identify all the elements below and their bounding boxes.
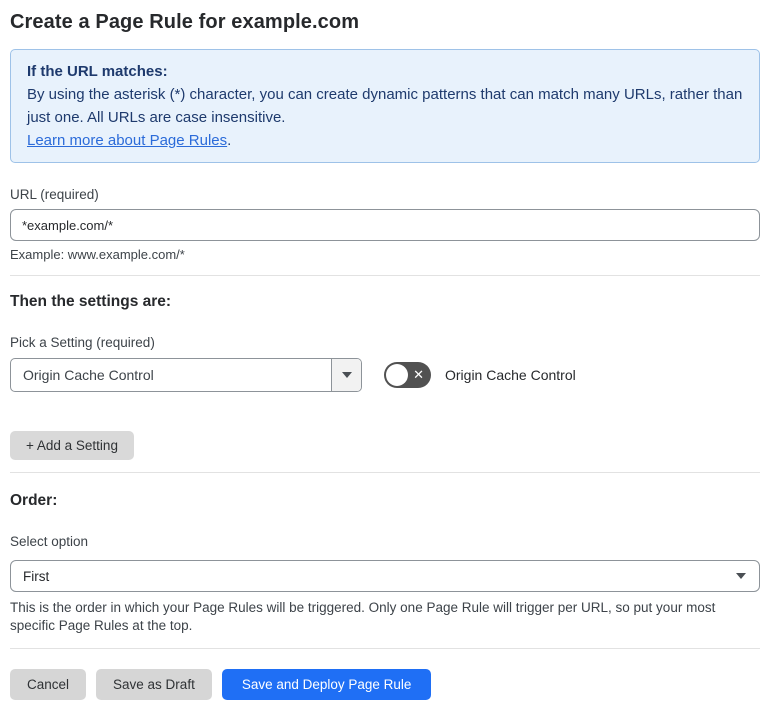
footer-button-row: Cancel Save as Draft Save and Deploy Pag… bbox=[10, 669, 760, 700]
info-box-link-line: Learn more about Page Rules. bbox=[27, 129, 743, 152]
url-field-label: URL (required) bbox=[10, 187, 99, 202]
toggle-label: Origin Cache Control bbox=[445, 367, 576, 383]
chevron-down-icon bbox=[736, 573, 746, 579]
pick-setting-label: Pick a Setting (required) bbox=[10, 335, 155, 350]
url-match-info-box: If the URL matches: By using the asteris… bbox=[10, 49, 760, 163]
divider bbox=[10, 472, 760, 473]
divider bbox=[10, 275, 760, 276]
order-select[interactable]: First bbox=[10, 560, 760, 592]
chevron-down-icon bbox=[341, 372, 352, 378]
save-and-deploy-button[interactable]: Save and Deploy Page Rule bbox=[221, 669, 432, 700]
order-help-text: This is the order in which your Page Rul… bbox=[10, 600, 716, 633]
order-select-value: First bbox=[23, 568, 50, 584]
save-as-draft-button[interactable]: Save as Draft bbox=[96, 669, 212, 700]
setting-picker-row: Origin Cache Control ✕ Origin Cache Cont… bbox=[10, 358, 760, 392]
learn-more-link[interactable]: Learn more about Page Rules bbox=[27, 132, 227, 149]
link-period: . bbox=[227, 132, 232, 149]
origin-cache-control-toggle[interactable]: ✕ bbox=[384, 362, 431, 388]
setting-select-value: Origin Cache Control bbox=[23, 367, 154, 383]
settings-section-heading: Then the settings are: bbox=[10, 293, 172, 310]
add-setting-button[interactable]: + Add a Setting bbox=[10, 431, 134, 460]
page-title: Create a Page Rule for example.com bbox=[10, 11, 360, 33]
divider bbox=[10, 648, 760, 649]
order-section-heading: Order: bbox=[10, 492, 58, 509]
toggle-knob bbox=[386, 364, 408, 386]
setting-select-arrow-button[interactable] bbox=[331, 359, 361, 391]
setting-select[interactable]: Origin Cache Control bbox=[10, 358, 362, 392]
info-box-body: By using the asterisk (*) character, you… bbox=[27, 86, 743, 126]
order-select-caret-wrap bbox=[736, 573, 759, 579]
cancel-button[interactable]: Cancel bbox=[10, 669, 87, 700]
url-input[interactable] bbox=[10, 209, 760, 241]
info-box-heading: If the URL matches: bbox=[27, 63, 168, 80]
url-example-text: Example: www.example.com/* bbox=[10, 247, 185, 262]
page-rule-form: Create a Page Rule for example.com If th… bbox=[0, 0, 770, 700]
toggle-off-x-icon: ✕ bbox=[413, 367, 424, 383]
order-select-label: Select option bbox=[10, 534, 89, 549]
